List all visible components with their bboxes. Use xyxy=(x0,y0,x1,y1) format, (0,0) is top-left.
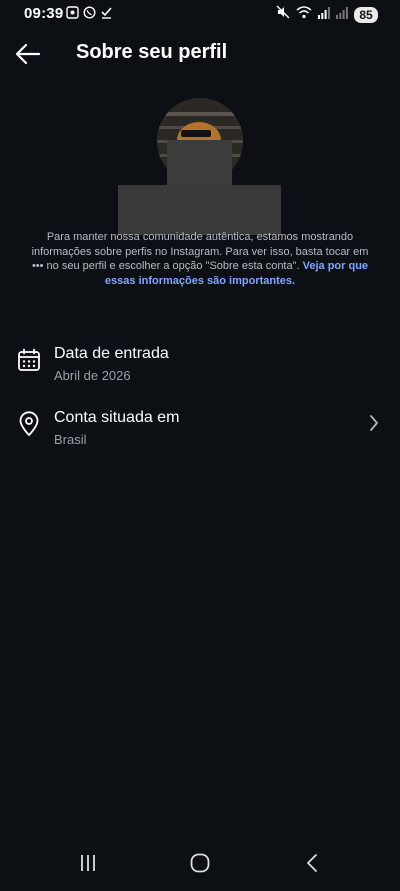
system-nav-bar xyxy=(0,837,400,891)
home-icon xyxy=(190,853,210,873)
whatsapp-icon xyxy=(83,6,96,19)
row-subtitle: Brasil xyxy=(54,432,87,447)
info-text: Para manter nossa comunidade autêntica, … xyxy=(30,230,370,288)
row-title: Conta situada em xyxy=(54,409,180,426)
mute-icon xyxy=(276,5,290,24)
back-icon xyxy=(307,854,317,872)
redacted-area xyxy=(118,185,281,235)
nav-back-button[interactable] xyxy=(298,849,326,877)
status-bar: 09:39 85 xyxy=(0,0,400,28)
chevron-right-icon xyxy=(368,413,380,433)
joined-date-row: Data de entrada Abril de 2026 xyxy=(0,337,400,397)
wifi-icon xyxy=(296,5,312,24)
location-pin-icon xyxy=(16,411,42,437)
system-icons: 85 xyxy=(276,5,378,24)
redacted-area xyxy=(167,140,232,186)
recents-button[interactable] xyxy=(74,849,102,877)
back-button[interactable] xyxy=(12,38,44,70)
signal-icon xyxy=(318,6,330,24)
download-check-icon xyxy=(100,6,113,19)
recents-icon xyxy=(81,855,95,871)
row-title: Data de entrada xyxy=(54,345,169,362)
notification-icons xyxy=(66,6,113,19)
account-location-row[interactable]: Conta situada em Brasil xyxy=(0,401,400,461)
calendar-icon xyxy=(16,347,42,373)
signal-icon xyxy=(336,6,348,24)
arrow-left-icon xyxy=(15,43,41,65)
row-subtitle: Abril de 2026 xyxy=(54,368,131,383)
battery-indicator: 85 xyxy=(354,6,378,23)
page-title: Sobre seu perfil xyxy=(76,41,228,63)
home-button[interactable] xyxy=(186,849,214,877)
status-time: 09:39 xyxy=(24,5,64,22)
header: Sobre seu perfil xyxy=(0,28,400,80)
screenshot-icon xyxy=(66,6,79,19)
